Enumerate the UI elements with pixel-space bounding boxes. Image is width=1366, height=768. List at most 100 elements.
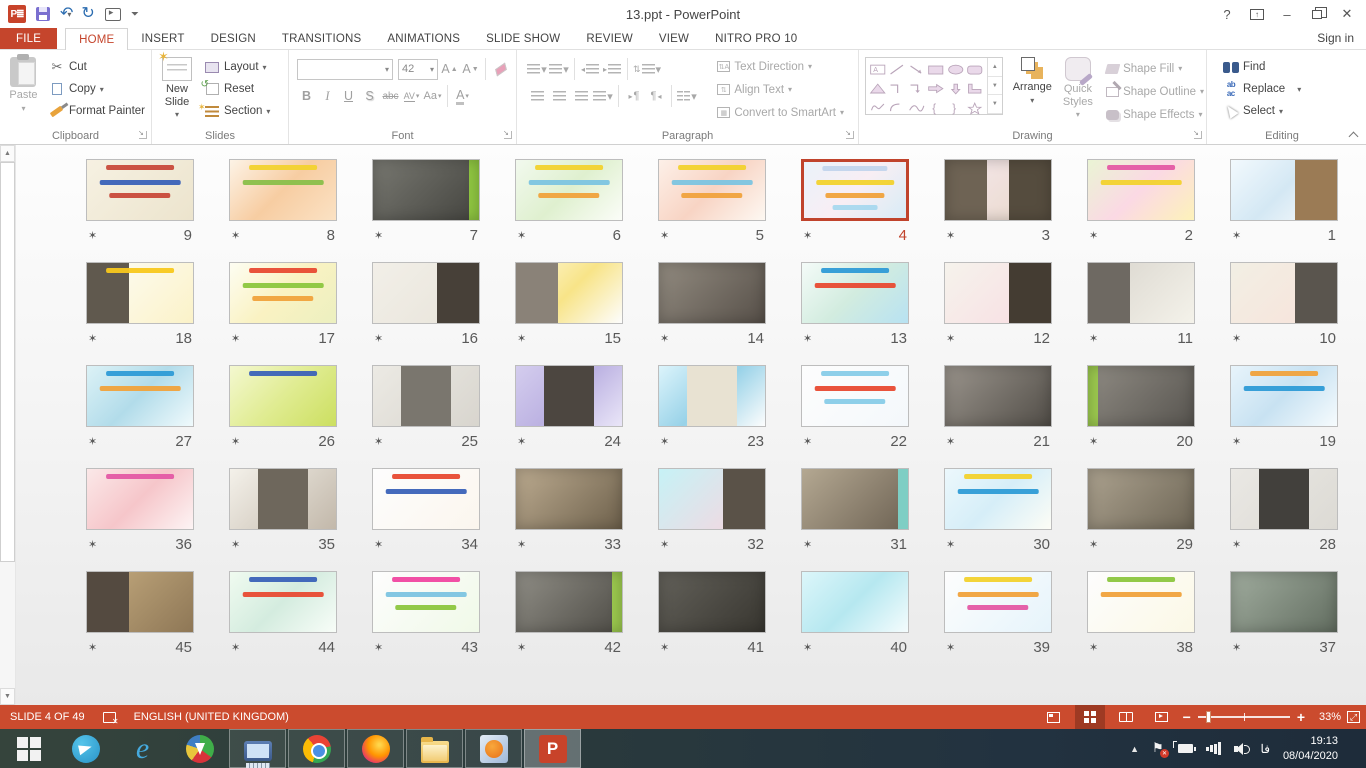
slide-thumbnail-17[interactable] [229, 262, 337, 324]
input-language-indicator[interactable]: فا [1261, 742, 1270, 756]
arrange-button[interactable]: Arrange▾ [1011, 53, 1054, 105]
scroll-down-icon[interactable]: ▼ [0, 688, 15, 705]
text-box-shape-icon[interactable]: A [868, 60, 887, 79]
font-name-combo[interactable]: ▾ [297, 59, 393, 80]
slide-thumbnail-1[interactable] [1230, 159, 1338, 221]
zoom-in-button[interactable]: + [1297, 709, 1305, 725]
normal-view-button[interactable] [1039, 705, 1069, 729]
help-button[interactable]: ? [1212, 2, 1242, 26]
left-to-right-button[interactable]: ▸¶ [624, 86, 644, 107]
slide-thumbnail-14[interactable] [658, 262, 766, 324]
right-brace-shape-icon[interactable]: } [946, 98, 965, 117]
convert-to-smartart-button[interactable]: ▦Convert to SmartArt▾ [717, 102, 844, 123]
rectangle-shape-icon[interactable] [926, 60, 945, 79]
font-color-button[interactable]: A▾ [453, 86, 472, 107]
slide-sorter-view-button[interactable] [1075, 705, 1105, 729]
tab-transitions[interactable]: TRANSITIONS [269, 28, 375, 49]
taskbar-chrome-button[interactable] [288, 729, 345, 768]
tab-file[interactable]: FILE [0, 28, 57, 49]
shape-outline-button[interactable]: Shape Outline▾ [1106, 81, 1204, 102]
layout-button[interactable]: Layout▾ [200, 56, 274, 78]
slide-thumbnail-27[interactable] [86, 365, 194, 427]
tab-review[interactable]: REVIEW [573, 28, 646, 49]
taskbar-clock[interactable]: 19:13 08/04/2020 [1283, 734, 1338, 764]
align-center-button[interactable] [549, 86, 569, 107]
bold-button[interactable]: B [297, 86, 316, 107]
slide-thumbnail-38[interactable] [1087, 571, 1195, 633]
slide-thumbnail-43[interactable] [372, 571, 480, 633]
slide-thumbnail-20[interactable] [1087, 365, 1195, 427]
slide-thumbnail-24[interactable] [515, 365, 623, 427]
arrow-shape-icon[interactable] [907, 60, 926, 79]
slide-thumbnail-18[interactable] [86, 262, 194, 324]
fit-to-window-icon[interactable] [1347, 711, 1360, 723]
taskbar-firefox-button[interactable] [347, 729, 404, 768]
taskbar-idm-button[interactable] [171, 729, 228, 768]
taskbar-telegram-button[interactable] [57, 729, 114, 768]
slide-thumbnail-2[interactable] [1087, 159, 1195, 221]
elbow-arrow-shape-icon[interactable] [907, 79, 926, 98]
action-center-flag-icon[interactable]: ✕ [1152, 742, 1165, 756]
drawing-dialog-launcher[interactable] [1194, 131, 1202, 139]
slide-thumbnail-31[interactable] [801, 468, 909, 530]
shapes-gallery-scrollbar[interactable]: ▲ ▼ ▼ [987, 58, 1002, 114]
rounded-rectangle-shape-icon[interactable] [965, 60, 984, 79]
slide-thumbnail-7[interactable] [372, 159, 480, 221]
slide-thumbnail-15[interactable] [515, 262, 623, 324]
hidden-icons-icon[interactable]: ▲ [1130, 744, 1139, 754]
slide-thumbnail-39[interactable] [944, 571, 1052, 633]
slide-thumbnail-11[interactable] [1087, 262, 1195, 324]
tab-view[interactable]: VIEW [646, 28, 702, 49]
slide-thumbnail-8[interactable] [229, 159, 337, 221]
align-left-button[interactable] [527, 86, 547, 107]
justify-button[interactable]: ▾ [593, 86, 613, 107]
undo-icon[interactable]: ↶▾ [60, 4, 71, 24]
decrease-font-size-button[interactable]: A▼ [461, 59, 480, 80]
shapes-scroll-up-icon[interactable]: ▲ [988, 58, 1002, 77]
slide-show-button[interactable] [1147, 705, 1177, 729]
scrollbar-thumb[interactable] [0, 162, 15, 562]
slide-thumbnail-3[interactable] [944, 159, 1052, 221]
zoom-slider-thumb[interactable] [1206, 711, 1211, 723]
network-signal-icon[interactable] [1206, 742, 1221, 755]
tab-nitro-pro-10[interactable]: NITRO PRO 10 [702, 28, 810, 49]
slide-thumbnail-44[interactable] [229, 571, 337, 633]
slide-thumbnail-19[interactable] [1230, 365, 1338, 427]
slide-thumbnail-45[interactable] [86, 571, 194, 633]
slide-thumbnail-12[interactable] [944, 262, 1052, 324]
slide-thumbnail-41[interactable] [658, 571, 766, 633]
shapes-gallery[interactable]: A{} ▲ ▼ ▼ [865, 57, 1003, 115]
volume-icon[interactable] [1234, 743, 1248, 755]
italic-button[interactable]: I [318, 86, 337, 107]
reading-view-button[interactable] [1111, 705, 1141, 729]
slide-thumbnail-32[interactable] [658, 468, 766, 530]
taskbar-monitor-button[interactable] [229, 729, 286, 768]
oval-shape-icon[interactable] [946, 60, 965, 79]
taskbar-start-button[interactable] [0, 729, 57, 768]
decrease-indent-button[interactable]: ◂ [580, 59, 600, 80]
scribble-shape-icon[interactable] [868, 98, 887, 117]
collapse-ribbon-icon[interactable] [1350, 130, 1358, 138]
strikethrough-button[interactable]: abc [381, 86, 400, 107]
zoom-out-button[interactable]: − [1183, 709, 1191, 725]
slide-thumbnail-36[interactable] [86, 468, 194, 530]
tab-insert[interactable]: INSERT [128, 28, 197, 49]
copy-button[interactable]: Copy▾ [45, 78, 149, 100]
repeat-icon[interactable]: ↻ [81, 4, 94, 24]
slide-thumbnail-16[interactable] [372, 262, 480, 324]
quick-styles-button[interactable]: Quick Styles▾ [1054, 53, 1102, 119]
new-slide-button[interactable]: New Slide▾ [154, 53, 200, 119]
scroll-up-icon[interactable]: ▲ [0, 145, 15, 162]
underline-button[interactable]: U [339, 86, 358, 107]
character-spacing-button[interactable]: AV▾ [402, 86, 421, 107]
cut-button[interactable]: ✂Cut [45, 56, 149, 78]
taskbar-wmp-button[interactable] [465, 729, 522, 768]
text-direction-button[interactable]: ⇅AText Direction▾ [717, 56, 844, 77]
reset-button[interactable]: Reset [200, 78, 274, 100]
slide-thumbnail-25[interactable] [372, 365, 480, 427]
bullets-button[interactable]: ▾ [527, 59, 547, 80]
find-button[interactable]: Find [1219, 56, 1355, 78]
ribbon-display-options-button[interactable]: ↑ [1242, 2, 1272, 26]
clear-formatting-button[interactable] [491, 59, 510, 80]
slide-thumbnail-42[interactable] [515, 571, 623, 633]
